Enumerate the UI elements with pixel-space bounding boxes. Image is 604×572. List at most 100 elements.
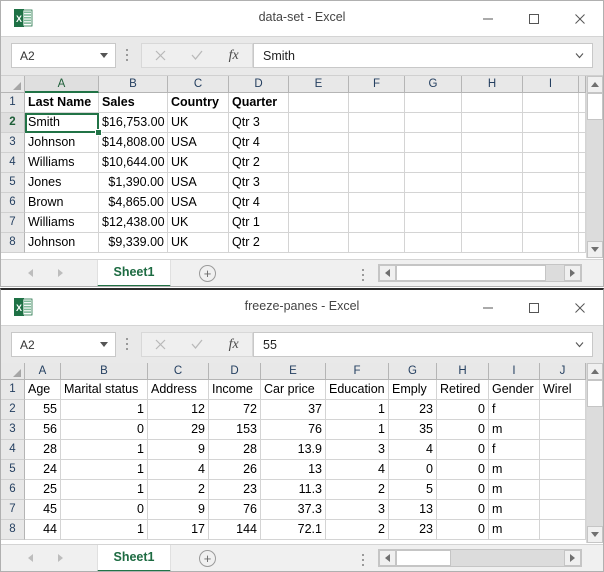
row-header-1[interactable]: 1 — [1, 93, 25, 113]
cell-H1[interactable]: Retired — [437, 380, 489, 400]
cell-A1[interactable]: Last Name — [25, 93, 99, 113]
cell-G7[interactable] — [405, 213, 462, 233]
row-header-8[interactable]: 8 — [1, 233, 25, 253]
cell-A4[interactable]: Williams — [25, 153, 99, 173]
maximize-icon[interactable] — [511, 1, 557, 36]
cell-F8[interactable] — [349, 233, 405, 253]
cell-A6[interactable]: Brown — [25, 193, 99, 213]
cell-G5[interactable] — [405, 173, 462, 193]
sheet-nav-arrows[interactable] — [25, 552, 65, 564]
cell-A4[interactable]: 28 — [25, 440, 61, 460]
cell-C6[interactable]: 2 — [148, 480, 209, 500]
cell-B5[interactable]: 1 — [61, 460, 148, 480]
cell-I4[interactable]: f — [489, 440, 540, 460]
cell-E4[interactable]: 13.9 — [261, 440, 326, 460]
formula-bar-freeze-panes[interactable]: A2 fx 55 — [1, 326, 603, 365]
excel-window-data-set[interactable]: X data-set - Excel A2 — [0, 0, 604, 287]
cell-C6[interactable]: USA — [168, 193, 229, 213]
cell-D6[interactable]: 23 — [209, 480, 261, 500]
cell-F5[interactable]: 4 — [326, 460, 389, 480]
cell-C2[interactable]: 12 — [148, 400, 209, 420]
cell-H1[interactable] — [462, 93, 523, 113]
cell-I6[interactable] — [523, 193, 579, 213]
formula-action-buttons[interactable]: fx — [141, 43, 253, 68]
cell-B3[interactable]: $14,808.00 — [99, 133, 168, 153]
cell-I2[interactable]: f — [489, 400, 540, 420]
cell-G7[interactable]: 13 — [389, 500, 437, 520]
next-sheet-icon[interactable] — [55, 552, 65, 564]
name-box[interactable]: A2 — [11, 332, 116, 357]
cell-G8[interactable] — [405, 233, 462, 253]
cell-D5[interactable]: 26 — [209, 460, 261, 480]
cell-I3[interactable] — [523, 133, 579, 153]
row-header-4[interactable]: 4 — [1, 153, 25, 173]
cell-A2[interactable]: 55 — [25, 400, 61, 420]
cell-F1[interactable]: Education — [326, 380, 389, 400]
horizontal-scrollbar-freeze-panes[interactable] — [378, 549, 582, 567]
cancel-icon[interactable] — [142, 333, 179, 356]
column-header-I[interactable]: I — [523, 76, 579, 93]
cell-D8[interactable]: Qtr 2 — [229, 233, 289, 253]
formula-bar-data-set[interactable]: A2 fx Smith — [1, 37, 603, 76]
cell-H6[interactable]: 0 — [437, 480, 489, 500]
cell-C1[interactable]: Address — [148, 380, 209, 400]
cell-E8[interactable] — [289, 233, 349, 253]
cell-I5[interactable] — [523, 173, 579, 193]
cell-J4[interactable] — [540, 440, 586, 460]
cell-A5[interactable]: 24 — [25, 460, 61, 480]
expand-formula-bar-icon[interactable] — [575, 51, 584, 60]
hscroll-thumb[interactable] — [396, 265, 546, 281]
cell-F1[interactable] — [349, 93, 405, 113]
cell-E3[interactable] — [289, 133, 349, 153]
row-header-3[interactable]: 3 — [1, 420, 25, 440]
cell-C8[interactable]: UK — [168, 233, 229, 253]
cell-I2[interactable] — [523, 113, 579, 133]
enter-icon[interactable] — [179, 44, 216, 67]
close-icon[interactable] — [557, 1, 603, 36]
column-header-C[interactable]: C — [168, 76, 229, 93]
hscroll-thumb[interactable] — [396, 550, 451, 566]
cell-E6[interactable]: 11.3 — [261, 480, 326, 500]
row-header-2[interactable]: 2 — [1, 113, 25, 133]
row-header-4[interactable]: 4 — [1, 440, 25, 460]
cell-B7[interactable]: $12,438.00 — [99, 213, 168, 233]
cell-B8[interactable]: 1 — [61, 520, 148, 540]
enter-icon[interactable] — [179, 333, 216, 356]
cell-H5[interactable]: 0 — [437, 460, 489, 480]
scroll-left-icon[interactable] — [379, 265, 396, 281]
window-controls[interactable] — [465, 1, 603, 36]
cell-F3[interactable] — [349, 133, 405, 153]
row-header-6[interactable]: 6 — [1, 193, 25, 213]
maximize-icon[interactable] — [511, 290, 557, 325]
scroll-down-icon[interactable] — [587, 241, 603, 258]
formula-input[interactable]: Smith — [253, 43, 593, 68]
cell-I3[interactable]: m — [489, 420, 540, 440]
chevron-down-icon[interactable] — [100, 53, 108, 58]
cell-H5[interactable] — [462, 173, 523, 193]
cell-D4[interactable]: Qtr 2 — [229, 153, 289, 173]
next-sheet-icon[interactable] — [55, 267, 65, 279]
cell-C5[interactable]: USA — [168, 173, 229, 193]
column-header-F[interactable]: F — [326, 363, 389, 380]
cell-D2[interactable]: 72 — [209, 400, 261, 420]
add-sheet-icon[interactable]: + — [199, 265, 216, 282]
cell-A7[interactable]: 45 — [25, 500, 61, 520]
cell-G1[interactable]: Emply — [389, 380, 437, 400]
cell-F4[interactable]: 3 — [326, 440, 389, 460]
row-header-3[interactable]: 3 — [1, 133, 25, 153]
cell-G4[interactable]: 4 — [389, 440, 437, 460]
cell-G1[interactable] — [405, 93, 462, 113]
cell-E2[interactable] — [289, 113, 349, 133]
cell-F8[interactable]: 2 — [326, 520, 389, 540]
sheet-tabbar-data-set[interactable]: Sheet1 + — [1, 259, 604, 286]
cell-C5[interactable]: 4 — [148, 460, 209, 480]
cell-F6[interactable]: 2 — [326, 480, 389, 500]
cell-G5[interactable]: 0 — [389, 460, 437, 480]
vertical-scrollbar[interactable] — [586, 363, 603, 543]
column-header-D[interactable]: D — [209, 363, 261, 380]
row-header-7[interactable]: 7 — [1, 213, 25, 233]
fill-handle[interactable] — [95, 129, 102, 136]
cell-F5[interactable] — [349, 173, 405, 193]
cell-D5[interactable]: Qtr 3 — [229, 173, 289, 193]
cell-A6[interactable]: 25 — [25, 480, 61, 500]
